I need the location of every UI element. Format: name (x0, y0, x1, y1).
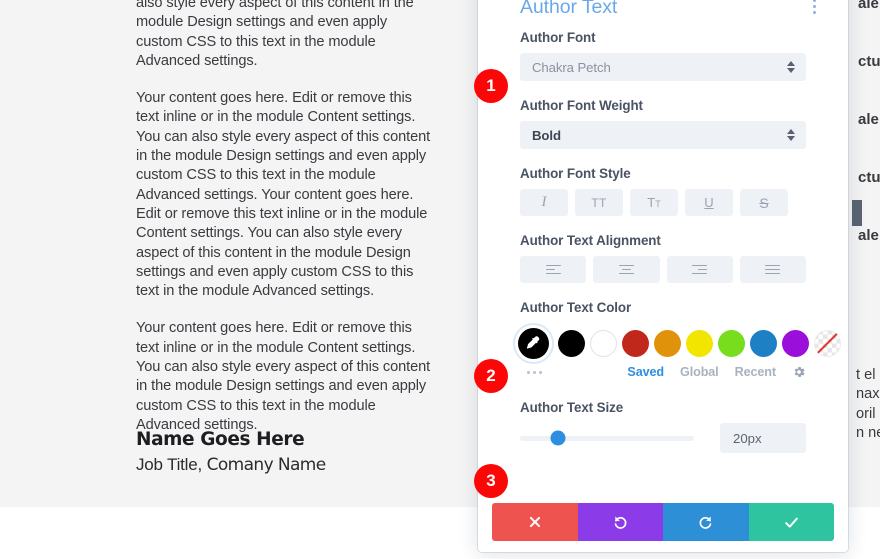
align-justify-button[interactable] (739, 256, 806, 283)
italic-button[interactable]: I (520, 189, 568, 216)
content-paragraph: also style every aspect of this content … (136, 0, 414, 69)
text-cursor-caret (852, 200, 862, 226)
right-column-clipped-text-lower: t el nax oril n ne (856, 366, 880, 443)
field-author-font: Author Font Chakra Petch (478, 30, 848, 81)
close-icon (528, 515, 542, 529)
undo-button[interactable] (577, 503, 663, 541)
author-font-weight-select[interactable]: Bold (520, 121, 806, 149)
field-label-author-text-alignment: Author Text Alignment (520, 233, 661, 248)
chevron-updown-icon (787, 61, 795, 73)
color-swatch-green[interactable] (718, 329, 745, 357)
settings-fields: Author Font Chakra Petch Author Font Wei… (478, 30, 848, 470)
color-swatch-transparent[interactable] (814, 329, 841, 357)
align-right-icon (692, 264, 708, 275)
color-swatch-blue[interactable] (750, 329, 777, 357)
clipped-line: ale (858, 0, 879, 12)
redo-button[interactable] (663, 503, 749, 541)
color-swatch-row (518, 323, 841, 363)
field-author-font-weight: Author Font Weight Bold (478, 98, 848, 149)
clipped-line: ctu (858, 168, 880, 186)
clipped-line: ale (858, 110, 879, 128)
content-text-column[interactable]: also style every aspect of this content … (136, 0, 436, 453)
uppercase-button[interactable]: TT (575, 189, 623, 216)
author-company: Comany Name (206, 455, 327, 475)
content-paragraph: Your content goes here. Edit or remove t… (136, 320, 431, 433)
undo-icon (612, 514, 629, 531)
field-author-text-size: Author Text Size 20px (478, 400, 848, 453)
clipped-line: n ne (856, 424, 880, 441)
step-badge-2: 2 (474, 359, 508, 393)
ellipsis-icon[interactable] (518, 370, 578, 374)
author-text-settings-modal: Author Text Author Font Chakra Petch Aut… (478, 0, 848, 552)
underline-icon: U (704, 195, 714, 210)
save-button[interactable] (748, 503, 834, 541)
cancel-button[interactable] (492, 503, 578, 541)
strikethrough-icon: S (759, 194, 769, 211)
clipped-line: nax (856, 386, 880, 403)
author-name: Name Goes Here (136, 429, 305, 450)
tab-saved[interactable]: Saved (627, 365, 664, 379)
font-style-button-group: I TT TT U S (520, 189, 806, 216)
kebab-menu-icon[interactable] (806, 0, 822, 18)
small-caps-icon: TT (647, 195, 661, 210)
slider-handle[interactable] (550, 430, 566, 446)
clipped-line: ctu (858, 52, 880, 70)
field-author-text-alignment: Author Text Alignment (478, 233, 848, 283)
color-source-tabs: Saved Global Recent (627, 365, 806, 379)
strikethrough-button[interactable]: S (740, 189, 788, 216)
modal-title: Author Text (520, 0, 618, 18)
field-label-author-font: Author Font (520, 30, 596, 45)
field-author-text-color: Author Text Color Saved Global Recent (478, 300, 848, 383)
clipped-line: t el (856, 367, 876, 383)
clipped-line: ale (858, 226, 879, 244)
check-icon (783, 514, 800, 531)
eyedropper-icon[interactable] (518, 327, 549, 359)
clipped-line: oril (856, 405, 876, 422)
color-swatch-dark-red[interactable] (622, 329, 649, 357)
gear-icon[interactable] (792, 365, 806, 379)
tab-global[interactable]: Global (680, 365, 719, 379)
modal-header: Author Text (478, 0, 848, 30)
field-label-author-font-style: Author Font Style (520, 166, 631, 181)
text-size-slider-row: 20px (520, 423, 806, 453)
step-badge-3: 3 (474, 464, 508, 498)
text-size-input[interactable]: 20px (720, 423, 806, 453)
modal-action-bar (492, 503, 834, 541)
small-caps-button[interactable]: TT (630, 189, 678, 216)
author-block[interactable]: Name Goes Here Job Title, Comany Name (136, 428, 456, 477)
align-center-button[interactable] (593, 256, 660, 283)
author-job-title: Job Title, Comany Name (136, 453, 456, 477)
redo-icon (697, 514, 714, 531)
italic-icon: I (541, 194, 547, 210)
author-font-select[interactable]: Chakra Petch (520, 53, 806, 81)
content-paragraph: Your content goes here. Edit or remove t… (136, 90, 431, 300)
color-meta-row: Saved Global Recent (518, 361, 806, 383)
tab-recent[interactable]: Recent (735, 365, 777, 379)
author-font-value: Chakra Petch (532, 59, 611, 75)
color-swatch-black[interactable] (558, 329, 585, 357)
field-label-author-text-size: Author Text Size (520, 400, 624, 415)
align-center-icon (618, 264, 634, 275)
underline-button[interactable]: U (685, 189, 733, 216)
uppercase-icon: TT (591, 195, 607, 210)
modal-scroll-area: Author Text Author Font Chakra Petch Aut… (478, 0, 848, 508)
color-swatch-purple[interactable] (782, 329, 809, 357)
text-alignment-button-group (520, 256, 806, 283)
field-label-author-font-weight: Author Font Weight (520, 98, 643, 113)
author-job-prefix: Job Title, (136, 455, 207, 474)
color-swatch-orange[interactable] (654, 329, 681, 357)
step-badge-1: 1 (474, 69, 508, 103)
author-font-weight-value: Bold (532, 127, 561, 143)
align-left-icon (545, 264, 561, 275)
align-justify-icon (765, 264, 781, 275)
color-swatch-white[interactable] (590, 329, 617, 357)
chevron-updown-icon (787, 129, 795, 141)
color-swatch-yellow[interactable] (686, 329, 713, 357)
field-label-author-text-color: Author Text Color (520, 300, 632, 315)
align-right-button[interactable] (666, 256, 733, 283)
text-size-slider[interactable] (520, 430, 694, 446)
field-author-font-style: Author Font Style I TT TT U S (478, 166, 848, 216)
align-left-button[interactable] (520, 256, 587, 283)
